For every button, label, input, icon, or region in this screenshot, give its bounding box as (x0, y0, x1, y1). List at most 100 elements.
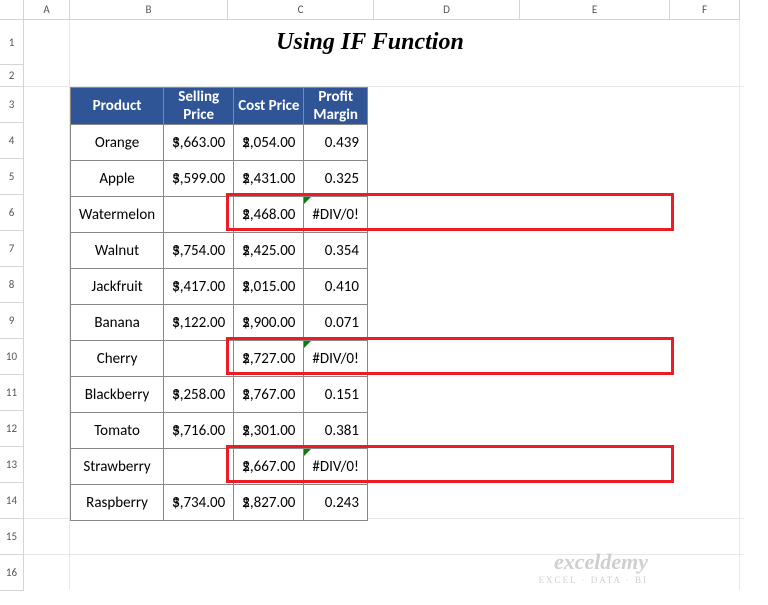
row-header[interactable]: 16 (0, 555, 24, 591)
row-header[interactable]: 13 (0, 447, 24, 483)
watermark-subtitle: EXCEL · DATA · BI (539, 575, 648, 585)
currency-symbol: $ (242, 458, 250, 476)
table-row: Blackberry$3,258.00$2,767.000.151 (71, 377, 368, 413)
cell-product[interactable]: Strawberry (71, 449, 164, 485)
col-header[interactable]: A (24, 0, 70, 20)
cell-selling[interactable]: $3,417.00 (164, 269, 234, 305)
cell-product[interactable]: Tomato (71, 413, 164, 449)
cell-margin[interactable]: 0.439 (304, 125, 368, 161)
cell-margin[interactable]: #DIV/0! (304, 197, 368, 233)
currency-symbol: $ (172, 494, 180, 512)
cell-cost[interactable]: $2,425.00 (234, 233, 304, 269)
table-row: Apple$3,599.00$2,431.000.325 (71, 161, 368, 197)
cell-margin[interactable]: 0.325 (304, 161, 368, 197)
row-header[interactable]: 9 (0, 303, 24, 339)
row-header[interactable]: 7 (0, 231, 24, 267)
col-header[interactable]: C (228, 0, 374, 20)
currency-symbol: $ (242, 422, 250, 440)
cell-margin[interactable]: 0.410 (304, 269, 368, 305)
cell-cost[interactable]: $2,015.00 (234, 269, 304, 305)
col-header[interactable]: E (520, 0, 670, 20)
select-all-corner[interactable] (0, 0, 24, 20)
table-row: Strawberry $2,667.00#DIV/0! (71, 449, 368, 485)
col-header[interactable]: D (374, 0, 520, 20)
table-row: Raspberry$3,734.00$2,827.000.243 (71, 485, 368, 521)
row-header[interactable]: 10 (0, 339, 24, 375)
cell-cost[interactable]: $2,727.00 (234, 341, 304, 377)
row-header[interactable]: 3 (0, 87, 24, 123)
cell-product[interactable]: Orange (71, 125, 164, 161)
cell-product[interactable]: Apple (71, 161, 164, 197)
cell-cost[interactable]: $2,301.00 (234, 413, 304, 449)
table-header-row: Product Selling Price Cost Price Profit … (71, 88, 368, 125)
error-indicator-icon[interactable] (304, 197, 311, 204)
cell-product[interactable]: Jackfruit (71, 269, 164, 305)
header-selling[interactable]: Selling Price (164, 88, 234, 125)
table-row: Tomato$3,716.00$2,301.000.381 (71, 413, 368, 449)
cell-margin[interactable]: #DIV/0! (304, 449, 368, 485)
row-header[interactable]: 5 (0, 159, 24, 195)
sheet-title: Using IF Function (70, 20, 670, 65)
row-header-column: 1 2 3 4 5 6 7 8 9 10 11 12 13 14 15 16 (0, 0, 24, 591)
currency-symbol: $ (242, 386, 250, 404)
col-header[interactable]: B (70, 0, 228, 20)
header-product[interactable]: Product (71, 88, 164, 125)
row-header[interactable]: 4 (0, 123, 24, 159)
currency-symbol: $ (242, 350, 250, 368)
column-header-row: A B C D E F (24, 0, 740, 20)
cell-selling[interactable]: $3,716.00 (164, 413, 234, 449)
cell-cost[interactable]: $2,431.00 (234, 161, 304, 197)
cell-cost[interactable]: $2,827.00 (234, 485, 304, 521)
row-header[interactable]: 8 (0, 267, 24, 303)
cell-product[interactable]: Walnut (71, 233, 164, 269)
cell-selling[interactable] (164, 341, 234, 377)
cell-margin[interactable]: 0.151 (304, 377, 368, 413)
row-header[interactable]: 2 (0, 65, 24, 87)
cell-selling[interactable] (164, 449, 234, 485)
cell-margin[interactable]: 0.243 (304, 485, 368, 521)
col-header[interactable]: F (670, 0, 740, 20)
cell-selling[interactable]: $3,663.00 (164, 125, 234, 161)
currency-symbol: $ (242, 242, 250, 260)
error-indicator-icon[interactable] (304, 341, 311, 348)
cell-selling[interactable]: $3,754.00 (164, 233, 234, 269)
cell-product[interactable]: Raspberry (71, 485, 164, 521)
cell-cost[interactable]: $2,767.00 (234, 377, 304, 413)
cell-product[interactable]: Cherry (71, 341, 164, 377)
cell-selling[interactable]: $3,599.00 (164, 161, 234, 197)
cell-margin[interactable]: 0.381 (304, 413, 368, 449)
currency-symbol: $ (172, 170, 180, 188)
header-margin[interactable]: Profit Margin (304, 88, 368, 125)
row-header[interactable]: 1 (0, 20, 24, 65)
cell-product[interactable]: Watermelon (71, 197, 164, 233)
header-cost[interactable]: Cost Price (234, 88, 304, 125)
cell-cost[interactable]: $2,667.00 (234, 449, 304, 485)
cell-product[interactable]: Banana (71, 305, 164, 341)
error-indicator-icon[interactable] (304, 449, 311, 456)
cell-selling[interactable] (164, 197, 234, 233)
cell-cost[interactable]: $2,468.00 (234, 197, 304, 233)
cell-selling[interactable]: $3,258.00 (164, 377, 234, 413)
table-row: Jackfruit$3,417.00$2,015.000.410 (71, 269, 368, 305)
cell-product[interactable]: Blackberry (71, 377, 164, 413)
row-header[interactable]: 11 (0, 375, 24, 411)
row-header[interactable]: 6 (0, 195, 24, 231)
currency-symbol: $ (242, 170, 250, 188)
watermark: exceldemy EXCEL · DATA · BI (539, 549, 648, 585)
row-header[interactable]: 15 (0, 519, 24, 555)
table-row: Watermelon $2,468.00#DIV/0! (71, 197, 368, 233)
currency-symbol: $ (172, 278, 180, 296)
currency-symbol: $ (172, 242, 180, 260)
cell-selling[interactable]: $3,122.00 (164, 305, 234, 341)
row-header[interactable]: 12 (0, 411, 24, 447)
cell-margin[interactable]: 0.071 (304, 305, 368, 341)
row-header[interactable]: 14 (0, 483, 24, 519)
cell-margin[interactable]: 0.354 (304, 233, 368, 269)
cell-cost[interactable]: $2,900.00 (234, 305, 304, 341)
table-row: Orange$3,663.00$2,054.000.439 (71, 125, 368, 161)
currency-symbol: $ (172, 422, 180, 440)
cell-margin[interactable]: #DIV/0! (304, 341, 368, 377)
cell-cost[interactable]: $2,054.00 (234, 125, 304, 161)
currency-symbol: $ (242, 494, 250, 512)
cell-selling[interactable]: $3,734.00 (164, 485, 234, 521)
